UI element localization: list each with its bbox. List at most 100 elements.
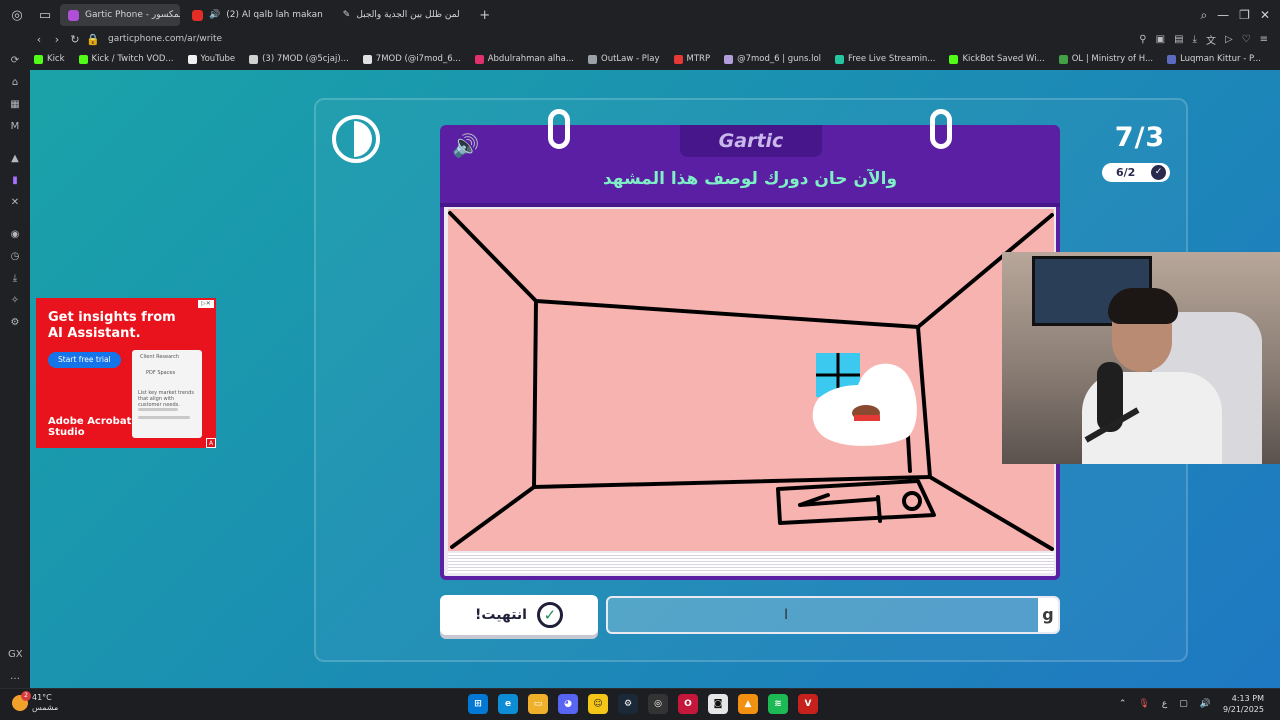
red-object (854, 415, 880, 421)
translate-icon[interactable]: 文 (1206, 32, 1216, 47)
pen-icon: ✎ (342, 10, 351, 20)
close-icon[interactable]: ✕ (1260, 8, 1270, 22)
tab-youtube[interactable]: 🔊 (2) Al qalb lah makan (184, 4, 331, 26)
menu-icon[interactable]: ≡ (1260, 34, 1268, 45)
sound-icon[interactable]: 🔊 (452, 135, 484, 159)
prompt-text: والآن حان دورك لوصف هذا المشهد (602, 169, 898, 189)
x-icon[interactable]: ✕ (8, 196, 22, 210)
vlc-icon[interactable]: ▲ (738, 694, 758, 714)
ad-headline: Get insights from AI Assistant. (48, 310, 176, 341)
bookmark-favicon-icon (187, 54, 197, 64)
app-icon[interactable]: ◙ (708, 694, 728, 714)
ad-card-text: List key market trends that align with c… (138, 390, 194, 408)
bookmark-label: (3) 7MOD (@5cjaj)... (262, 54, 349, 64)
bookmark-item[interactable]: @7mod_6 | guns.lol (724, 54, 821, 64)
clock[interactable]: 4:13 PM 9/21/2025 (1223, 693, 1264, 715)
bookmark-label: @7mod_6 | guns.lol (737, 54, 822, 64)
voicemeeter-icon[interactable]: V (798, 694, 818, 714)
settings-icon[interactable]: ⚙ (8, 316, 22, 330)
bookmark-label: Abdulrahman alha... (487, 54, 574, 64)
snapshot-icon[interactable]: ▣ (1156, 34, 1165, 45)
chevron-up-icon[interactable]: ⌃ (1119, 699, 1127, 709)
gx-control-icon[interactable]: ⟳ (8, 54, 22, 68)
store-icon[interactable]: ⌂ (8, 76, 22, 90)
more-icon[interactable]: … (8, 670, 22, 684)
obs-icon[interactable]: ◎ (648, 694, 668, 714)
bookmark-item[interactable]: Kick (34, 54, 65, 64)
ad-cta-button[interactable]: Start free trial (48, 352, 121, 368)
new-tab-icon[interactable]: + (474, 4, 496, 26)
url-field[interactable]: garticphone.com/ar/write (108, 34, 222, 44)
tab-label: Gartic Phone - ت المكسور (85, 10, 180, 20)
minimize-icon[interactable]: — (1217, 8, 1229, 22)
bookmark-favicon-icon (1167, 54, 1177, 64)
kick-icon[interactable]: ▲ (8, 152, 22, 166)
answer-field[interactable]: I g (606, 596, 1060, 634)
bookmark-item[interactable]: KickBot Saved Wi... (949, 54, 1045, 64)
mail-icon[interactable]: M (8, 120, 22, 134)
spotify-icon[interactable]: ≋ (768, 694, 788, 714)
heart-icon[interactable]: ♡ (1242, 34, 1251, 45)
maximize-icon[interactable]: ❐ (1239, 8, 1250, 22)
forward-icon[interactable]: › (48, 33, 66, 46)
check-icon: ✓ (1151, 165, 1166, 180)
history-icon[interactable]: ◷ (8, 250, 22, 264)
mic-icon[interactable]: 🎙 (1138, 699, 1149, 709)
back-icon[interactable]: ‹ (30, 33, 48, 46)
bookmark-item[interactable]: Kick / Twitch VOD... (78, 54, 174, 64)
window-controls: ⌕ — ❐ ✕ (1200, 0, 1280, 30)
bookmark-item[interactable]: OL | Ministry of H... (1058, 54, 1153, 64)
done-button[interactable]: انتهيت! ✓ (440, 595, 598, 635)
bookmark-item[interactable]: YouTube (187, 54, 235, 64)
download-icon[interactable]: ⤓ (1193, 34, 1197, 45)
bookmark-favicon-icon (588, 54, 597, 64)
tab-label: لمن ظلل بين الجدية والجبل (356, 10, 460, 20)
youtube-favicon-icon (192, 9, 203, 21)
ad-choices-icon[interactable]: ▷✕ (198, 300, 214, 308)
opera-gx-icon[interactable]: ◎ (6, 4, 28, 26)
round-counter: 7/3 (1114, 122, 1166, 153)
players-done-count: 6/2 (1116, 166, 1136, 179)
tab-gartic[interactable]: Gartic Phone - ت المكسور (60, 4, 180, 26)
answer-input[interactable] (608, 598, 1058, 632)
steam-icon[interactable]: ⚙ (618, 694, 638, 714)
volume-icon[interactable]: 🔊 (1200, 699, 1211, 709)
start-icon[interactable]: ⊞ (468, 694, 488, 714)
ad-card-chip: PDF Spaces (146, 370, 176, 376)
tab-other[interactable]: ✎ لمن ظلل بين الجدية والجبل (335, 4, 468, 26)
chat-app-icon[interactable]: ☺ (588, 694, 608, 714)
reload-icon[interactable]: ↻ (66, 33, 84, 46)
extension-icon[interactable]: ▤ (1174, 34, 1183, 45)
speaker-icon[interactable]: 🔊 (209, 10, 220, 20)
player-icon[interactable]: ◉ (8, 228, 22, 242)
adobe-ad-banner[interactable]: ▷✕ Get insights from AI Assistant. Start… (36, 298, 216, 448)
download-icon[interactable]: ⤓ (8, 272, 22, 286)
bookmark-item[interactable]: MTRP (673, 54, 710, 64)
tab-list-icon[interactable]: ▭ (34, 4, 56, 26)
edge-icon[interactable]: e (498, 694, 518, 714)
twitch-icon[interactable]: ▮ (8, 174, 22, 188)
lock-icon[interactable]: 🔒 (84, 33, 102, 46)
gx-icon[interactable]: GX (8, 648, 23, 662)
weather-widget[interactable]: 2 41°C مشمس (12, 691, 58, 713)
opera-gx-taskbar-icon[interactable]: O (678, 694, 698, 714)
play-icon[interactable]: ▷ (1225, 34, 1233, 45)
network-icon[interactable]: ▢ (1179, 699, 1188, 709)
language-indicator[interactable]: ع (1162, 699, 1167, 709)
bookmark-item[interactable]: Luqman Kittur - P... (1167, 54, 1261, 64)
extensions-icon[interactable]: ✧ (8, 294, 22, 308)
search-icon[interactable]: ⌕ (1200, 8, 1207, 23)
bookmark-item[interactable]: (3) 7MOD (@5cjaj)... (249, 54, 349, 64)
bookmark-item[interactable]: OutLaw - Play (588, 54, 660, 64)
hot-tab-icon[interactable]: ▦ (8, 98, 22, 112)
bookmark-item[interactable]: 7MOD (@i7mod_6... (362, 54, 461, 64)
file-explorer-icon[interactable]: ▭ (528, 694, 548, 714)
bookmark-favicon-icon (34, 54, 43, 64)
bookmark-item[interactable]: Free Live Streamin... (835, 54, 935, 64)
windows-taskbar: 2 41°C مشمس ⊞ e ▭ ◕ ☺ ⚙ ◎ O ◙ ▲ ≋ V ⌃ 🎙 … (0, 688, 1280, 720)
bookmark-item[interactable]: Abdulrahman alha... (474, 54, 574, 64)
pin-icon[interactable]: ⚲ (1139, 34, 1146, 45)
streamer-webcam (1002, 252, 1280, 464)
bookmark-favicon-icon (249, 54, 259, 64)
discord-icon[interactable]: ◕ (558, 694, 578, 714)
